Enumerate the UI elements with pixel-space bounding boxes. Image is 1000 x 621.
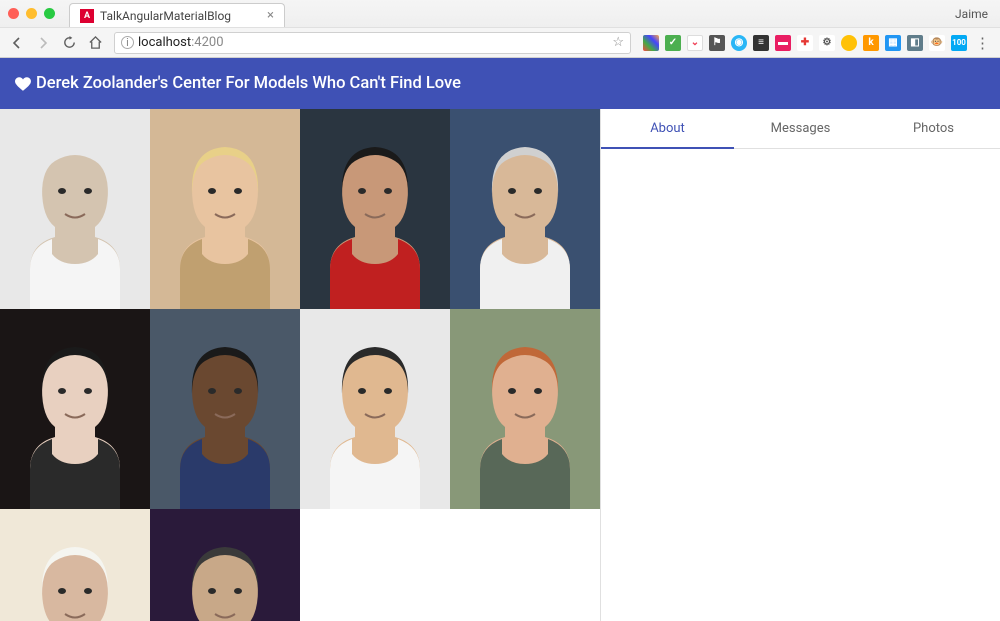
- grid-image[interactable]: [0, 509, 150, 621]
- maximize-window-button[interactable]: [44, 8, 55, 19]
- grid-image[interactable]: [150, 309, 300, 509]
- extension-icon[interactable]: ▬: [775, 35, 791, 51]
- extension-icon[interactable]: [841, 35, 857, 51]
- browser-chrome: A TalkAngularMaterialBlog × Jaime i loca…: [0, 0, 1000, 58]
- tab-about[interactable]: About: [601, 109, 734, 148]
- site-info-icon[interactable]: i: [121, 36, 134, 49]
- extension-icon[interactable]: [643, 35, 659, 51]
- tabs: About Messages Photos: [601, 109, 1000, 149]
- titlebar: A TalkAngularMaterialBlog × Jaime: [0, 0, 1000, 27]
- image-grid: [0, 109, 600, 621]
- page-title: Derek Zoolander's Center For Models Who …: [36, 74, 461, 93]
- extension-icon[interactable]: k: [863, 35, 879, 51]
- app-header: Derek Zoolander's Center For Models Who …: [0, 58, 1000, 109]
- app-body: About Messages Photos: [0, 109, 1000, 621]
- grid-image[interactable]: [300, 109, 450, 309]
- close-window-button[interactable]: [8, 8, 19, 19]
- grid-image[interactable]: [450, 309, 600, 509]
- browser-tab[interactable]: A TalkAngularMaterialBlog ×: [69, 3, 285, 27]
- extension-icon[interactable]: ▦: [885, 35, 901, 51]
- back-button[interactable]: [6, 32, 28, 54]
- close-tab-icon[interactable]: ×: [267, 8, 274, 23]
- extension-icon[interactable]: ⚑: [709, 35, 725, 51]
- extension-icon[interactable]: ✚: [797, 35, 813, 51]
- tab-title: TalkAngularMaterialBlog: [100, 9, 231, 23]
- extension-icons: ✓ ⌄ ⚑ ◉ ≡ ▬ ✚ ⚙ k ▦ ◧ 🐵 100: [639, 35, 967, 51]
- grid-image[interactable]: [150, 509, 300, 621]
- url-host: localhost: [138, 35, 191, 50]
- extension-icon[interactable]: ✓: [665, 35, 681, 51]
- address-bar-row: i localhost:4200 ☆ ✓ ⌄ ⚑ ◉ ≡ ▬ ✚ ⚙ k ▦ ◧…: [0, 27, 1000, 57]
- grid-image[interactable]: [300, 309, 450, 509]
- grid-image[interactable]: [450, 109, 600, 309]
- browser-menu-button[interactable]: ⋮: [971, 34, 994, 52]
- window-controls: [8, 8, 55, 19]
- grid-image[interactable]: [0, 109, 150, 309]
- heart-icon: [14, 75, 32, 93]
- extension-icon[interactable]: 🐵: [929, 35, 945, 51]
- extension-icon[interactable]: ◧: [907, 35, 923, 51]
- url-port: :4200: [191, 35, 223, 50]
- extension-icon[interactable]: ⚙: [819, 35, 835, 51]
- pocket-icon[interactable]: ⌄: [687, 35, 703, 51]
- forward-button: [32, 32, 54, 54]
- minimize-window-button[interactable]: [26, 8, 37, 19]
- extension-icon[interactable]: ◉: [731, 35, 747, 51]
- home-button[interactable]: [84, 32, 106, 54]
- url-input[interactable]: i localhost:4200 ☆: [114, 32, 631, 54]
- tab-messages[interactable]: Messages: [734, 109, 867, 148]
- buffer-icon[interactable]: ≡: [753, 35, 769, 51]
- angular-favicon: A: [80, 9, 94, 23]
- right-panel: About Messages Photos: [600, 109, 1000, 621]
- reload-button[interactable]: [58, 32, 80, 54]
- extension-icon[interactable]: 100: [951, 35, 967, 51]
- profile-name[interactable]: Jaime: [955, 7, 988, 21]
- tab-photos[interactable]: Photos: [867, 109, 1000, 148]
- grid-image[interactable]: [150, 109, 300, 309]
- bookmark-star-icon[interactable]: ☆: [612, 35, 624, 50]
- grid-image[interactable]: [0, 309, 150, 509]
